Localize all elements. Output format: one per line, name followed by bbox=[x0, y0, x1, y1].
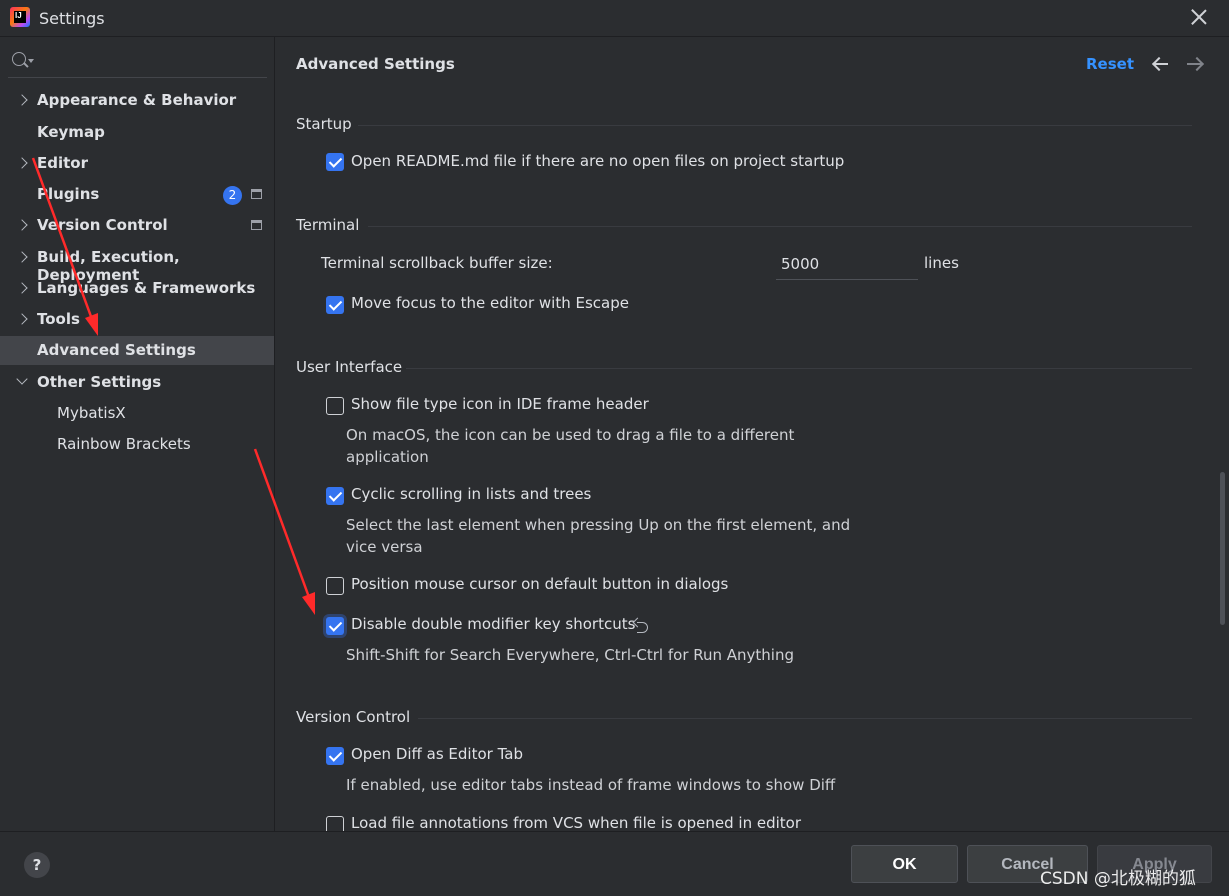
chevron-down-icon[interactable] bbox=[16, 373, 28, 385]
section-title-version-control: Version Control bbox=[296, 708, 411, 726]
open-diff-label[interactable]: Open Diff as Editor Tab bbox=[351, 745, 523, 763]
help-button[interactable]: ? bbox=[24, 852, 50, 878]
sidebar-item-label: Version Control bbox=[37, 216, 168, 234]
sidebar-item-label: Plugins bbox=[37, 185, 100, 203]
search-icon bbox=[12, 52, 26, 66]
file-type-icon-label[interactable]: Show file type icon in IDE frame header bbox=[351, 395, 649, 413]
section-title-terminal: Terminal bbox=[296, 216, 360, 234]
open-readme-checkbox[interactable] bbox=[326, 153, 344, 171]
csdn-watermark: CSDN @北极糊的狐 bbox=[1040, 869, 1196, 889]
chevron-right-icon[interactable] bbox=[16, 313, 28, 325]
sidebar-item-other-settings[interactable]: Other Settings bbox=[0, 368, 274, 397]
sidebar-item-label: MybatisX bbox=[57, 404, 126, 422]
sidebar-item-mybatisx[interactable]: MybatisX bbox=[0, 399, 274, 428]
disable-double-modifier-description: Shift-Shift for Search Everywhere, Ctrl-… bbox=[346, 646, 795, 664]
settings-content: Advanced Settings Reset Startup Open REA… bbox=[276, 37, 1229, 834]
move-focus-checkbox[interactable] bbox=[326, 296, 344, 314]
intellij-app-icon: IJ bbox=[10, 7, 30, 27]
page-title: Advanced Settings bbox=[296, 55, 455, 73]
sidebar-item-appearance-behavior[interactable]: Appearance & Behavior bbox=[0, 86, 274, 115]
revert-to-default-icon[interactable] bbox=[633, 619, 649, 633]
section-divider bbox=[418, 718, 1192, 719]
load-annotations-label[interactable]: Load file annotations from VCS when file… bbox=[351, 814, 801, 832]
project-level-icon bbox=[251, 189, 262, 199]
search-options-icon[interactable] bbox=[28, 59, 34, 63]
sidebar-item-editor[interactable]: Editor bbox=[0, 149, 274, 178]
plugins-update-badge: 2 bbox=[223, 186, 242, 205]
file-type-icon-checkbox[interactable] bbox=[326, 397, 344, 415]
section-title-user-interface: User Interface bbox=[296, 358, 403, 376]
chevron-right-icon[interactable] bbox=[16, 282, 28, 294]
sidebar-item-rainbow-brackets[interactable]: Rainbow Brackets bbox=[0, 430, 274, 459]
sidebar-item-build-execution-deployment[interactable]: Build, Execution, Deployment bbox=[0, 243, 274, 284]
position-mouse-checkbox[interactable] bbox=[326, 577, 344, 595]
cyclic-scrolling-checkbox[interactable] bbox=[326, 487, 344, 505]
title-bar: IJ Settings bbox=[0, 0, 1229, 37]
description-line: vice versa bbox=[346, 538, 423, 556]
window-title: Settings bbox=[39, 9, 105, 28]
sidebar-item-tools[interactable]: Tools bbox=[0, 305, 274, 334]
close-icon[interactable] bbox=[1188, 6, 1210, 28]
open-diff-description: If enabled, use editor tabs instead of f… bbox=[346, 776, 836, 794]
sidebar-item-advanced-settings[interactable]: Advanced Settings bbox=[0, 336, 274, 365]
scrollback-buffer-unit: lines bbox=[924, 254, 959, 272]
disable-double-modifier-label[interactable]: Disable double modifier key shortcuts bbox=[351, 615, 635, 633]
sidebar-item-label: Rainbow Brackets bbox=[57, 435, 191, 453]
sidebar-item-keymap[interactable]: Keymap bbox=[0, 118, 274, 147]
sidebar-item-plugins[interactable]: Plugins 2 bbox=[0, 180, 274, 209]
cyclic-scrolling-description: Select the last element when pressing Up… bbox=[346, 514, 850, 558]
section-divider bbox=[406, 368, 1192, 369]
back-arrow-icon[interactable] bbox=[1152, 55, 1170, 73]
section-divider bbox=[358, 125, 1192, 126]
project-level-icon bbox=[251, 220, 262, 230]
sidebar-item-label: Keymap bbox=[37, 123, 105, 141]
chevron-right-icon[interactable] bbox=[16, 157, 28, 169]
section-title-startup: Startup bbox=[296, 115, 352, 133]
sidebar-item-label: Tools bbox=[37, 310, 80, 328]
chevron-right-icon[interactable] bbox=[16, 219, 28, 231]
move-focus-label[interactable]: Move focus to the editor with Escape bbox=[351, 294, 629, 312]
sidebar-item-label: Advanced Settings bbox=[37, 341, 196, 359]
chevron-right-icon[interactable] bbox=[16, 251, 28, 263]
open-readme-label[interactable]: Open README.md file if there are no open… bbox=[351, 152, 844, 170]
disable-double-modifier-checkbox[interactable] bbox=[326, 617, 344, 635]
file-type-icon-description: On macOS, the icon can be used to drag a… bbox=[346, 424, 794, 468]
search-input[interactable] bbox=[38, 49, 258, 73]
section-divider bbox=[368, 226, 1192, 227]
description-line: Select the last element when pressing Up… bbox=[346, 516, 851, 534]
description-line: application bbox=[346, 448, 429, 466]
open-diff-checkbox[interactable] bbox=[326, 747, 344, 765]
scrollback-buffer-label: Terminal scrollback buffer size: bbox=[321, 254, 553, 272]
forward-arrow-icon[interactable] bbox=[1186, 55, 1204, 73]
sidebar-item-version-control[interactable]: Version Control bbox=[0, 211, 274, 240]
sidebar-item-languages-frameworks[interactable]: Languages & Frameworks bbox=[0, 274, 274, 303]
position-mouse-label[interactable]: Position mouse cursor on default button … bbox=[351, 575, 728, 593]
scrollback-buffer-input[interactable] bbox=[776, 249, 918, 280]
ok-button[interactable]: OK bbox=[851, 845, 958, 883]
reset-link[interactable]: Reset bbox=[1086, 55, 1134, 73]
chevron-right-icon[interactable] bbox=[16, 94, 28, 106]
sidebar-item-label: Appearance & Behavior bbox=[37, 91, 237, 109]
cyclic-scrolling-label[interactable]: Cyclic scrolling in lists and trees bbox=[351, 485, 591, 503]
sidebar-item-label: Other Settings bbox=[37, 373, 162, 391]
settings-search[interactable] bbox=[8, 46, 267, 78]
content-scrollbar[interactable] bbox=[1220, 472, 1225, 625]
sidebar-item-label: Languages & Frameworks bbox=[37, 279, 256, 297]
settings-sidebar: Appearance & Behavior Keymap Editor Plug… bbox=[0, 37, 275, 831]
description-line: On macOS, the icon can be used to drag a… bbox=[346, 426, 795, 444]
sidebar-item-label: Editor bbox=[37, 154, 88, 172]
